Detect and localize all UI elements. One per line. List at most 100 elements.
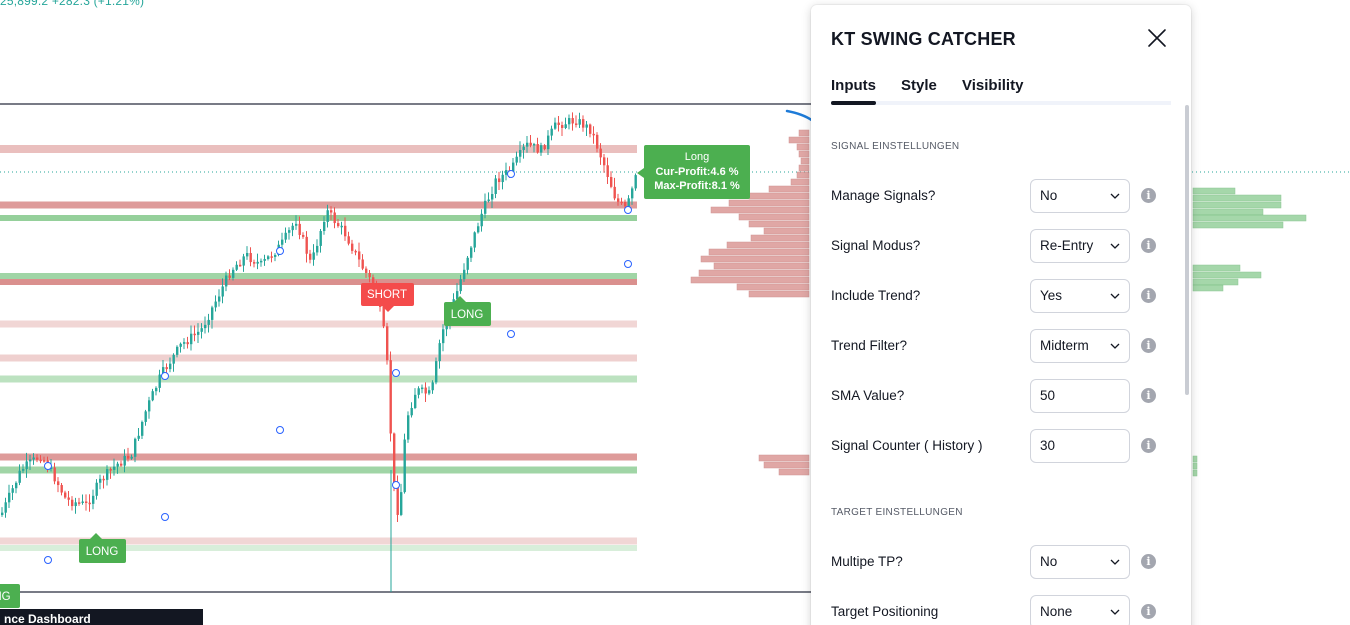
candle-body: [354, 250, 357, 253]
signal-counter-input[interactable]: 30: [1030, 429, 1130, 463]
multiple-tp-select[interactable]: No: [1030, 545, 1130, 579]
candle-body: [288, 230, 291, 233]
candle-body: [214, 301, 217, 308]
candle-body: [480, 213, 483, 227]
candle-body: [435, 361, 438, 383]
candle-body: [550, 128, 553, 136]
candle-body: [564, 124, 567, 128]
info-icon[interactable]: i: [1141, 188, 1156, 203]
candle-body: [557, 122, 560, 126]
candle-body: [53, 467, 56, 482]
zone-band: [0, 354, 637, 362]
candle-body: [29, 459, 32, 462]
candle-body: [235, 264, 238, 270]
volume-bar-buy: [1192, 284, 1224, 292]
candle-body: [589, 124, 592, 134]
candle-body: [298, 223, 301, 235]
candle-body: [253, 262, 256, 264]
select-value: Yes: [1040, 288, 1063, 303]
candle-body: [627, 198, 630, 207]
candle-body: [39, 459, 42, 462]
volume-bar-sell: [690, 276, 810, 284]
volume-bar-sell: [763, 461, 810, 469]
candle-body: [144, 411, 147, 422]
candle-body: [414, 394, 417, 408]
short-label-text: SHORT: [367, 289, 407, 301]
dialog-title: KT SWING CATCHER: [831, 29, 1016, 49]
tab-inputs[interactable]: Inputs: [831, 77, 876, 105]
close-icon[interactable]: [1146, 27, 1168, 49]
candle-body: [197, 331, 200, 335]
candle-body: [543, 145, 546, 150]
candle-body: [431, 382, 434, 391]
signal-modus-select[interactable]: Re-Entry: [1030, 229, 1130, 263]
volume-bar-sell: [778, 468, 810, 476]
candle-body: [123, 455, 126, 466]
select-value: Midterm: [1040, 338, 1089, 353]
candle-body: [620, 201, 623, 204]
dashboard-tab[interactable]: nce Dashboard: [0, 609, 203, 625]
candle-body: [606, 165, 609, 178]
candle-body: [522, 146, 525, 151]
manage-signals-select[interactable]: No: [1030, 179, 1130, 213]
trend-marker: [276, 426, 284, 434]
candle-body: [295, 223, 298, 226]
include-trend-select[interactable]: Yes: [1030, 279, 1130, 313]
profit-box: Long Cur-Profit:4.6 % Max-Profit:8.1 %: [637, 145, 750, 199]
trend-filter-select[interactable]: Midterm: [1030, 329, 1130, 363]
max-profit-text: Max-Profit:8.1 %: [654, 180, 740, 192]
candle-body: [473, 232, 476, 248]
candle-body: [596, 134, 599, 149]
volume-bar-buy: [1192, 278, 1239, 286]
info-icon[interactable]: i: [1141, 388, 1156, 403]
candle-body: [487, 199, 490, 202]
volume-bar-sell: [748, 220, 810, 228]
candle-body: [22, 469, 25, 471]
trend-marker: [161, 372, 169, 380]
volume-bar-sell: [726, 241, 810, 249]
chevron-down-icon: [1110, 559, 1120, 565]
candle-body: [151, 391, 154, 401]
candle-body: [617, 198, 620, 202]
candle-body: [519, 150, 522, 157]
volume-bar-buy: [1192, 194, 1282, 202]
target-positioning-select[interactable]: None: [1030, 595, 1130, 625]
info-icon[interactable]: i: [1141, 604, 1156, 619]
candle-body: [130, 456, 133, 459]
long-signal-label-edge: NG: [0, 584, 20, 608]
volume-bar-sell: [798, 129, 810, 137]
info-icon[interactable]: i: [1141, 554, 1156, 569]
candle-body: [232, 269, 235, 278]
input-value: 30: [1040, 438, 1056, 453]
candle-body: [568, 118, 571, 125]
candle-body: [393, 433, 396, 484]
candle-body: [158, 374, 161, 388]
row-label-signal-modus: Signal Modus?: [831, 238, 921, 253]
candle-body: [578, 119, 581, 125]
candle-body: [428, 390, 431, 394]
chevron-down-icon: [1110, 343, 1120, 349]
input-value: 50: [1040, 388, 1056, 403]
info-icon[interactable]: i: [1141, 288, 1156, 303]
candle-body: [365, 268, 368, 273]
info-icon[interactable]: i: [1141, 238, 1156, 253]
info-icon[interactable]: i: [1141, 438, 1156, 453]
chevron-down-icon: [1110, 193, 1120, 199]
tab-visibility[interactable]: Visibility: [962, 77, 1023, 94]
candle-body: [319, 231, 322, 246]
candle-body: [361, 259, 364, 269]
zone-band: [0, 466, 637, 474]
volume-bar-sell: [748, 290, 810, 298]
tab-style[interactable]: Style: [901, 77, 937, 94]
candle-body: [333, 212, 336, 224]
select-value: None: [1040, 604, 1073, 619]
candle-body: [155, 387, 158, 392]
candle-body: [190, 333, 193, 345]
candle-body: [459, 279, 462, 292]
zone-band: [0, 375, 637, 383]
scrollbar[interactable]: [1185, 105, 1189, 395]
info-icon[interactable]: i: [1141, 338, 1156, 353]
candle-body: [186, 342, 189, 345]
row-label-manage-signals: Manage Signals?: [831, 188, 936, 203]
sma-value-input[interactable]: 50: [1030, 379, 1130, 413]
